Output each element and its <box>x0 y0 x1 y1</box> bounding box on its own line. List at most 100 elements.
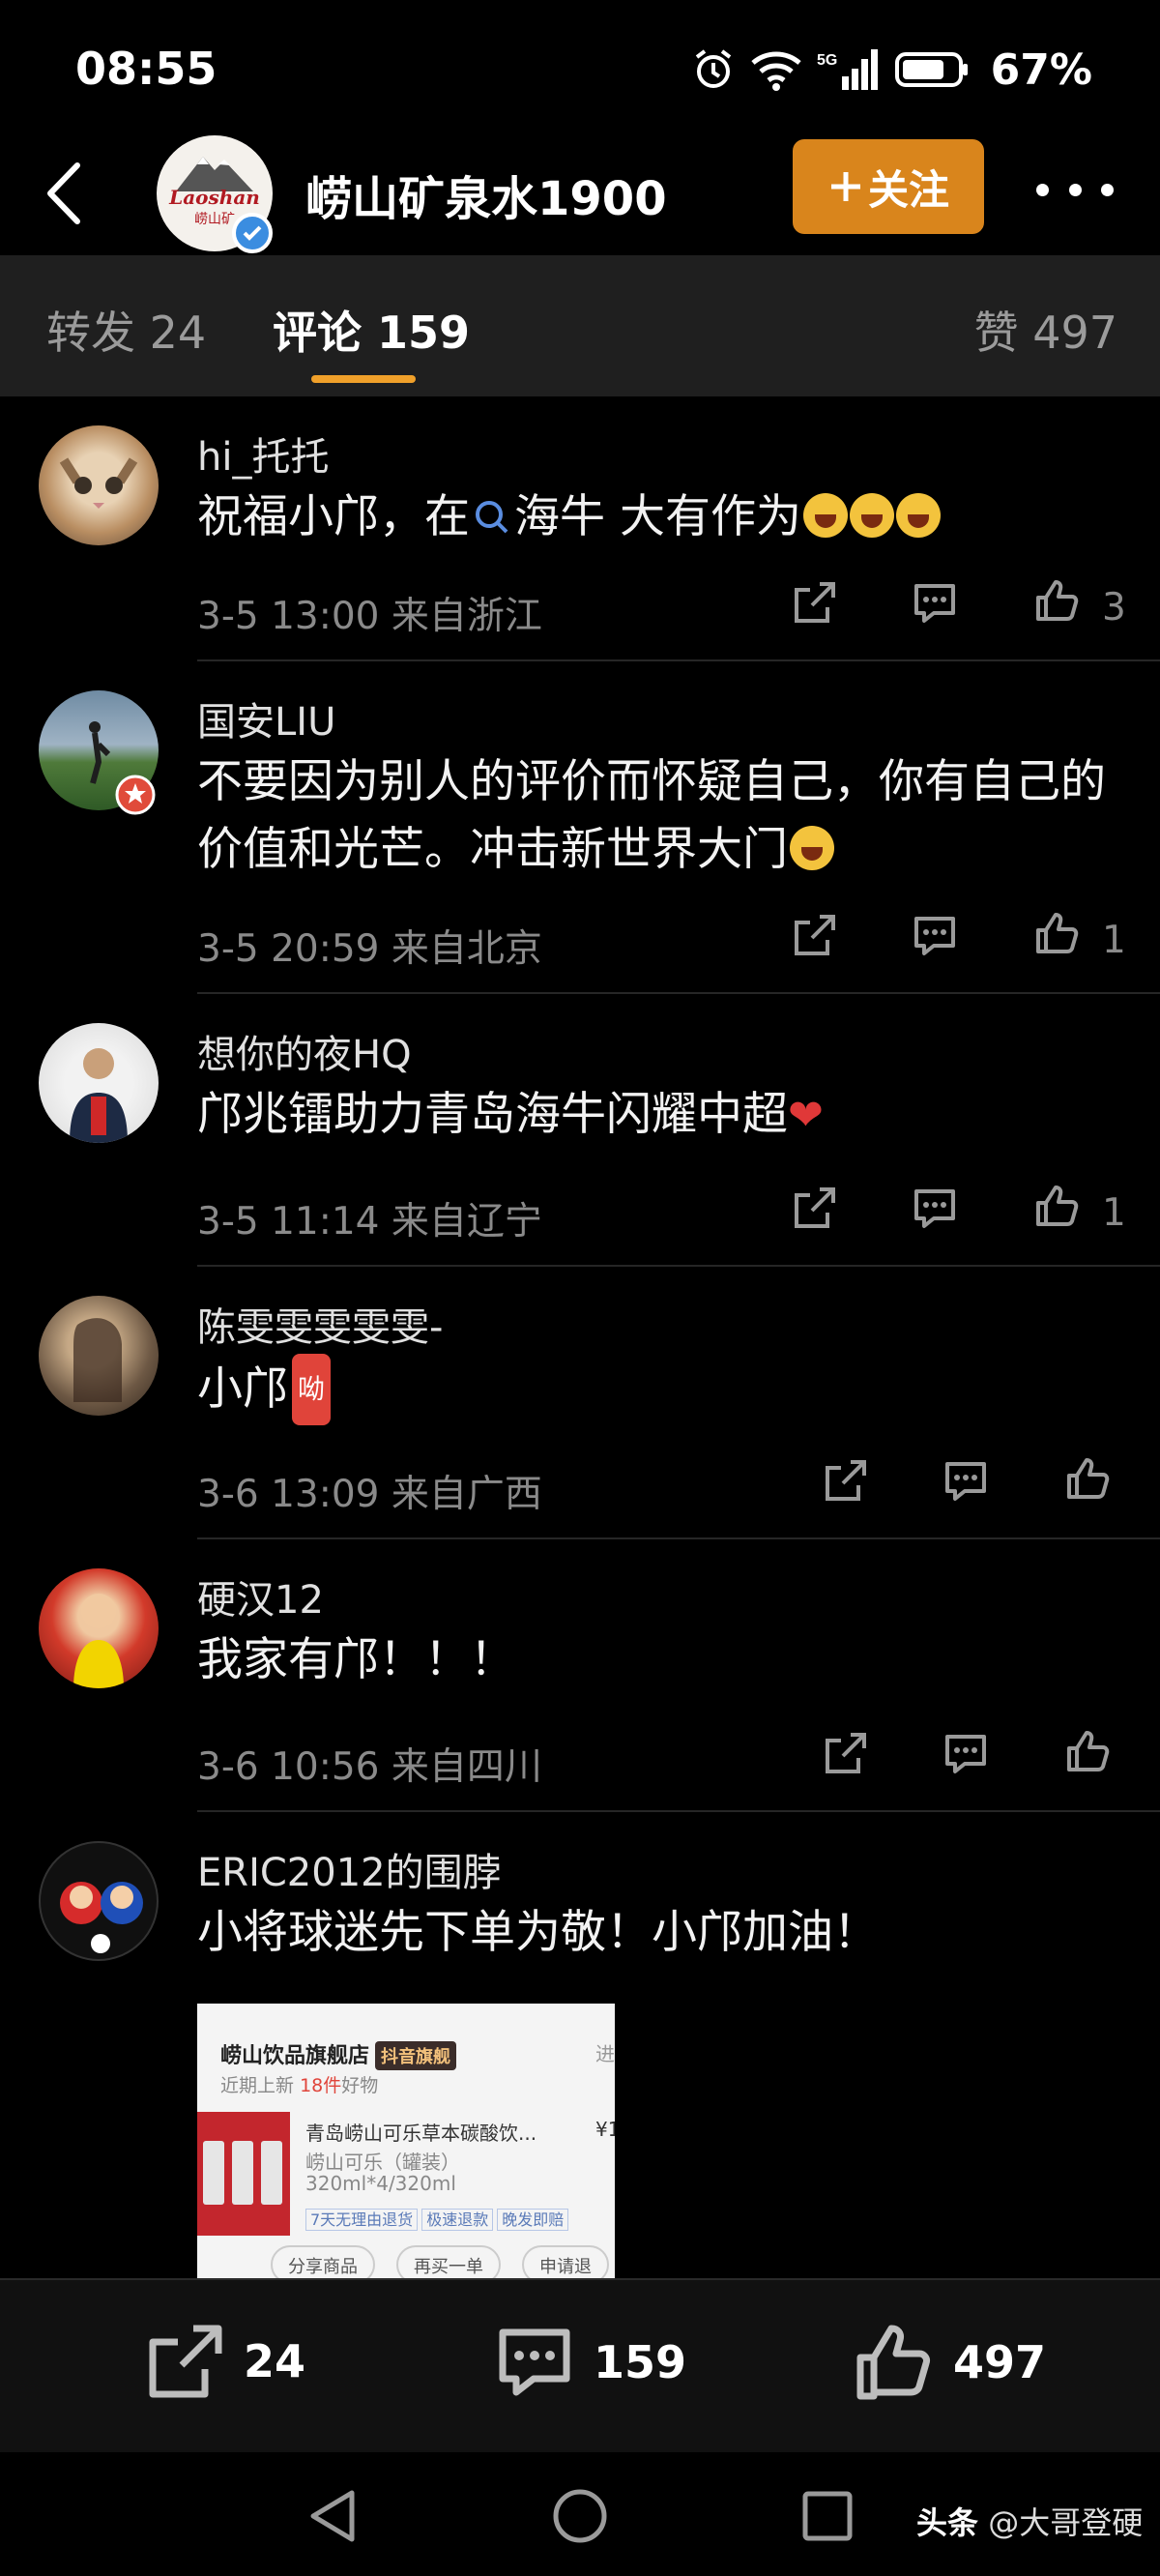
nav-recents-button[interactable] <box>798 2487 856 2545</box>
avatar[interactable] <box>39 425 159 545</box>
comment-location: 来自浙江 <box>391 595 542 638</box>
checkmark-icon <box>243 225 262 241</box>
comment-text-part: 大有作为 <box>605 490 801 543</box>
status-icons: 5G 67% <box>691 43 1092 97</box>
dot-icon <box>1036 183 1049 196</box>
thumbs-up-icon <box>1036 913 1079 953</box>
back-button[interactable] <box>37 157 91 230</box>
more-options-button[interactable] <box>1036 162 1114 217</box>
share-button[interactable] <box>791 911 839 959</box>
product-tags: 7天无理由退货 极速退款 晚发即赔 <box>305 2207 572 2231</box>
can-shape <box>261 2141 282 2205</box>
reply-button[interactable] <box>911 911 959 959</box>
like-post-button[interactable]: 497 <box>853 2321 1046 2404</box>
username[interactable]: ERIC2012的围脖 <box>197 1841 502 1897</box>
store-badge: 抖音旗舰 <box>375 2041 457 2070</box>
laugh-cry-emoji-icon <box>895 493 941 538</box>
share-button[interactable] <box>791 1184 839 1232</box>
battery-percent: 67% <box>990 44 1092 95</box>
share-button[interactable] <box>822 1729 870 1777</box>
cat-avatar-icon <box>59 457 138 509</box>
like-count: 1 <box>1102 1191 1126 1235</box>
nav-back-button[interactable] <box>304 2487 362 2545</box>
sub-prefix: 近期上新 <box>220 2075 295 2096</box>
comment-location: 来自辽宁 <box>391 1200 542 1244</box>
share-product-button: 分享商品 <box>271 2245 375 2282</box>
tab-likes[interactable]: 赞 497 <box>974 298 1117 362</box>
laugh-cry-emoji-icon <box>790 826 834 870</box>
comment-meta: 3-6 10:56 来自四川 <box>197 1737 542 1791</box>
comment-date: 3-6 13:09 <box>197 1473 380 1516</box>
thumbs-up-icon <box>1036 1186 1079 1226</box>
username[interactable]: 想你的夜HQ <box>197 1023 412 1079</box>
username[interactable]: 硬汉12 <box>197 1568 324 1625</box>
like-button[interactable] <box>1063 1727 1112 1775</box>
avatar[interactable] <box>39 1841 159 1961</box>
avatar[interactable] <box>39 1296 159 1416</box>
comment-item: 想你的夜HQ 邝兆镭助力青岛海牛闪耀中超❤ 3-5 11:14 来自辽宁 1 <box>0 994 1160 1267</box>
thumbs-up-icon <box>1067 1458 1110 1499</box>
search-topic-link[interactable]: 海牛 <box>514 490 605 543</box>
nav-home-button[interactable] <box>551 2487 609 2545</box>
repost-count: 24 <box>244 2335 306 2387</box>
comment-text: 不要因为别人的评价而怀疑自己，你有自己的价值和光芒。冲击新世界大门 <box>197 748 1116 884</box>
product-tag: 7天无理由退货 <box>305 2209 419 2231</box>
username[interactable]: hi_托托 <box>197 425 329 482</box>
reply-button[interactable] <box>942 1456 990 1505</box>
product-spec: 320ml*4/320ml <box>305 2172 456 2195</box>
product-title: 青岛崂山可乐草本碳酸饮... <box>305 2122 537 2145</box>
refund-button: 申请退 <box>522 2245 609 2282</box>
battery-icon <box>894 47 972 92</box>
laugh-cry-emoji-icon <box>802 493 848 538</box>
share-button[interactable] <box>822 1456 870 1505</box>
product-image <box>197 2112 290 2236</box>
active-tab-indicator <box>311 375 416 383</box>
product-card-image[interactable]: 崂山饮品旗舰店 抖音旗舰 进 近期上新 18件好物 青岛崂山可乐草本碳酸饮... … <box>197 2004 615 2282</box>
comment-bubble-icon <box>914 1189 955 1228</box>
comment-bubble-icon <box>945 1735 986 1773</box>
tab-comments[interactable]: 评论 159 <box>273 298 470 362</box>
account-name[interactable]: 崂山矿泉水1900 <box>305 161 667 228</box>
reply-button[interactable] <box>911 578 959 627</box>
username[interactable]: 国安LIU <box>197 690 335 746</box>
like-button[interactable] <box>1063 1454 1112 1503</box>
follow-button[interactable]: 关注 <box>793 139 984 234</box>
product-variant: 崂山可乐（罐装） <box>305 2151 460 2174</box>
comment-bubble-icon <box>499 2328 570 2396</box>
status-time: 08:55 <box>75 43 218 95</box>
repost-button[interactable]: 24 <box>145 2321 305 2402</box>
comment-text-part: 祝福小邝，在 <box>197 490 470 543</box>
comment-text: 小邝呦 <box>197 1354 1116 1425</box>
follow-label: 关注 <box>867 165 949 214</box>
comment-date: 3-5 13:00 <box>197 595 380 638</box>
like-button[interactable] <box>1032 909 1081 957</box>
comment-meta: 3-5 11:14 来自辽宁 <box>197 1191 542 1245</box>
triangle-back-icon <box>310 2490 355 2542</box>
share-button[interactable] <box>791 578 839 627</box>
comment-date: 3-5 20:59 <box>197 927 380 971</box>
product-tag: 极速退款 <box>421 2209 494 2231</box>
reply-button[interactable] <box>911 1184 959 1232</box>
avatar[interactable] <box>39 1023 159 1143</box>
plus-icon <box>830 172 860 201</box>
cartoon-avatar-icon <box>60 1882 143 1953</box>
header: Laoshan 崂山矿 崂山矿泉水1900 关注 <box>0 135 1160 255</box>
like-button[interactable] <box>1032 576 1081 625</box>
comment-meta: 3-5 20:59 来自北京 <box>197 919 542 973</box>
can-shape <box>203 2141 224 2205</box>
comment-location: 来自北京 <box>391 927 542 971</box>
comment-meta: 3-6 13:09 来自广西 <box>197 1464 542 1518</box>
like-button[interactable] <box>1032 1182 1081 1230</box>
alarm-icon <box>691 47 736 92</box>
comment-button[interactable]: 159 <box>493 2321 686 2404</box>
avatar[interactable] <box>39 1568 159 1688</box>
thumbs-up-icon <box>856 2325 930 2400</box>
comment-item: 陈雯雯雯雯雯- 小邝呦 3-6 13:09 来自广西 <box>0 1267 1160 1539</box>
comment-date: 3-6 10:56 <box>197 1745 380 1789</box>
comment-item: 国安LIU 不要因为别人的评价而怀疑自己，你有自己的价值和光芒。冲击新世界大门 … <box>0 661 1160 994</box>
comment-text: 小将球迷先下单为敬！小邝加油！ <box>197 1906 879 1959</box>
username[interactable]: 陈雯雯雯雯雯- <box>197 1296 443 1352</box>
tab-repost[interactable]: 转发 24 <box>46 298 206 362</box>
reply-button[interactable] <box>942 1729 990 1777</box>
signal-icon: 5G <box>817 47 881 92</box>
